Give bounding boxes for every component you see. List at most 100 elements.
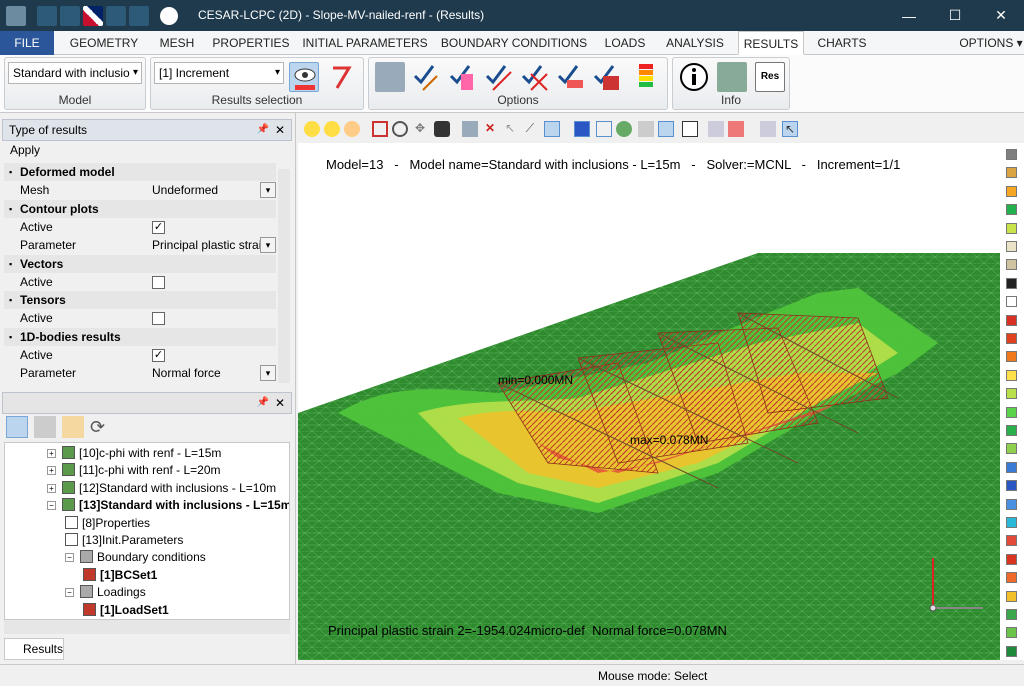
color-map-icon[interactable] <box>728 121 744 137</box>
color-swatch[interactable] <box>1006 314 1017 326</box>
calendar-icon[interactable] <box>62 416 84 438</box>
expand-toggle-icon[interactable]: + <box>47 483 56 493</box>
color-swatch[interactable] <box>1006 259 1017 271</box>
cursor-icon[interactable]: ↖ <box>502 121 518 137</box>
category-1d-bodies-results[interactable]: 1D-bodies results <box>4 327 276 346</box>
close-panel-icon[interactable]: ✕ <box>275 393 285 413</box>
color-swatch[interactable] <box>1006 149 1017 160</box>
view-results-eye-icon[interactable] <box>289 62 319 92</box>
camera-icon[interactable] <box>434 121 450 137</box>
tree-item[interactable]: [13]Init.Parameters <box>65 532 183 549</box>
expand-toggle-icon[interactable]: − <box>47 501 56 511</box>
tab-charts[interactable]: CHARTS <box>812 31 872 55</box>
color-swatch[interactable] <box>1006 443 1017 455</box>
check-deformation-icon[interactable] <box>411 62 441 92</box>
information-icon[interactable] <box>679 62 709 92</box>
tree-item[interactable]: [1]LoadSet1 <box>83 602 169 619</box>
deformation-icon[interactable] <box>327 62 357 92</box>
grid-icon[interactable] <box>708 121 724 137</box>
mesh-view-icon[interactable] <box>544 121 560 137</box>
pin-icon[interactable]: 📌 <box>257 120 269 140</box>
tab-file[interactable]: FILE <box>0 31 54 55</box>
color-swatch[interactable] <box>1006 222 1017 234</box>
pan-icon[interactable]: ✥ <box>412 121 428 137</box>
res-file-icon[interactable]: Res <box>755 62 785 92</box>
color-swatch[interactable] <box>1006 333 1017 344</box>
active-checkbox[interactable] <box>152 312 165 326</box>
zoom-icon[interactable] <box>392 121 408 137</box>
expand-toggle-icon[interactable]: + <box>47 466 56 476</box>
active-checkbox[interactable] <box>152 275 165 289</box>
delete-icon[interactable]: ✕ <box>482 121 498 137</box>
category-vectors[interactable]: Vectors <box>4 254 276 273</box>
pick-node-icon[interactable] <box>462 121 478 137</box>
color-swatch[interactable] <box>1006 609 1017 620</box>
expand-toggle-icon[interactable]: − <box>65 553 74 563</box>
color-swatch[interactable] <box>1006 351 1017 363</box>
property-value[interactable]: Undeformed <box>152 181 276 199</box>
tab-analysis[interactable]: ANALYSIS <box>660 31 730 55</box>
close-button[interactable]: ✕ <box>978 0 1024 31</box>
tab-boundary-conditions[interactable]: BOUNDARY CONDITIONS <box>438 31 590 55</box>
tab-mesh[interactable]: MESH <box>152 31 202 55</box>
zoom-box-icon[interactable] <box>372 121 388 137</box>
color-swatch[interactable] <box>1006 517 1017 528</box>
tools-view-icon[interactable] <box>638 121 654 137</box>
color-swatch[interactable] <box>1006 645 1017 657</box>
dropdown-arrow-icon[interactable]: ▾ <box>260 182 276 199</box>
color-swatch[interactable] <box>1006 277 1017 289</box>
color-swatch[interactable] <box>1006 296 1017 308</box>
light-icon[interactable] <box>304 121 320 137</box>
color-swatch[interactable] <box>1006 185 1017 197</box>
category-contour-plots[interactable]: Contour plots <box>4 199 276 218</box>
dropdown-arrow-icon[interactable]: ▾ <box>260 365 276 382</box>
color-swatch[interactable] <box>1006 590 1017 602</box>
language-flag-icon[interactable] <box>83 6 103 26</box>
check-vectors-icon[interactable] <box>483 62 513 92</box>
pin-icon[interactable]: 📌 <box>257 393 269 413</box>
property-value[interactable]: Normal force <box>152 364 276 382</box>
property-value[interactable]: Principal plastic strain <box>152 236 276 254</box>
mesh-display-icon[interactable] <box>375 62 405 92</box>
tree-item[interactable]: [8]Properties <box>65 515 150 532</box>
refresh-icon[interactable]: ⟳ <box>90 416 112 438</box>
tree-item[interactable]: + [12]Standard with inclusions - L=10m <box>47 480 276 497</box>
color-swatch[interactable] <box>1006 535 1017 547</box>
light-off-icon[interactable] <box>344 121 360 137</box>
save-icon[interactable] <box>60 6 80 26</box>
tab-loads[interactable]: LOADS <box>598 31 652 55</box>
select-icon[interactable] <box>658 121 674 137</box>
tab-results[interactable]: RESULTS <box>738 31 804 55</box>
app-icon[interactable] <box>6 6 26 26</box>
color-swatch[interactable] <box>1006 425 1017 436</box>
measure-icon[interactable]: ⟋ <box>522 121 538 137</box>
select-mode-icon[interactable]: ↖ <box>782 121 798 137</box>
color-swatch[interactable] <box>1006 241 1017 252</box>
results-viewport[interactable]: Model=13 - Model name=Standard with incl… <box>298 143 1000 660</box>
color-swatch[interactable] <box>1006 627 1017 639</box>
tab-properties[interactable]: PROPERTIES <box>210 31 292 55</box>
light-all-icon[interactable] <box>324 121 340 137</box>
color-scale-icon[interactable] <box>631 62 661 92</box>
apply-button[interactable]: Apply <box>10 143 40 157</box>
tree-item[interactable]: + [11]c-phi with renf - L=20m <box>47 462 221 479</box>
tab-initial-parameters[interactable]: INITIAL PARAMETERS <box>300 31 430 55</box>
options-menu[interactable]: OPTIONS ▾ <box>958 31 1024 55</box>
globe-icon[interactable] <box>616 121 632 137</box>
category-tensors[interactable]: Tensors <box>4 291 276 310</box>
color-swatch[interactable] <box>1006 553 1017 565</box>
open-folder-icon[interactable] <box>37 6 57 26</box>
check-mesh-3d-icon[interactable] <box>591 62 621 92</box>
expand-toggle-icon[interactable]: − <box>65 588 74 598</box>
color-swatch[interactable] <box>1006 572 1017 584</box>
category-deformed-model[interactable]: Deformed model <box>4 163 276 181</box>
property-scrollbar[interactable] <box>278 169 290 383</box>
color-swatch[interactable] <box>1006 204 1017 216</box>
tab-geometry[interactable]: GEOMETRY <box>64 31 144 55</box>
tree-item[interactable]: − Loadings <box>65 584 146 601</box>
color-swatch[interactable] <box>1006 406 1017 418</box>
settings-icon[interactable] <box>129 6 149 26</box>
frame-icon[interactable] <box>682 121 698 137</box>
info-icon[interactable] <box>160 7 178 25</box>
line-icon[interactable] <box>596 121 612 137</box>
